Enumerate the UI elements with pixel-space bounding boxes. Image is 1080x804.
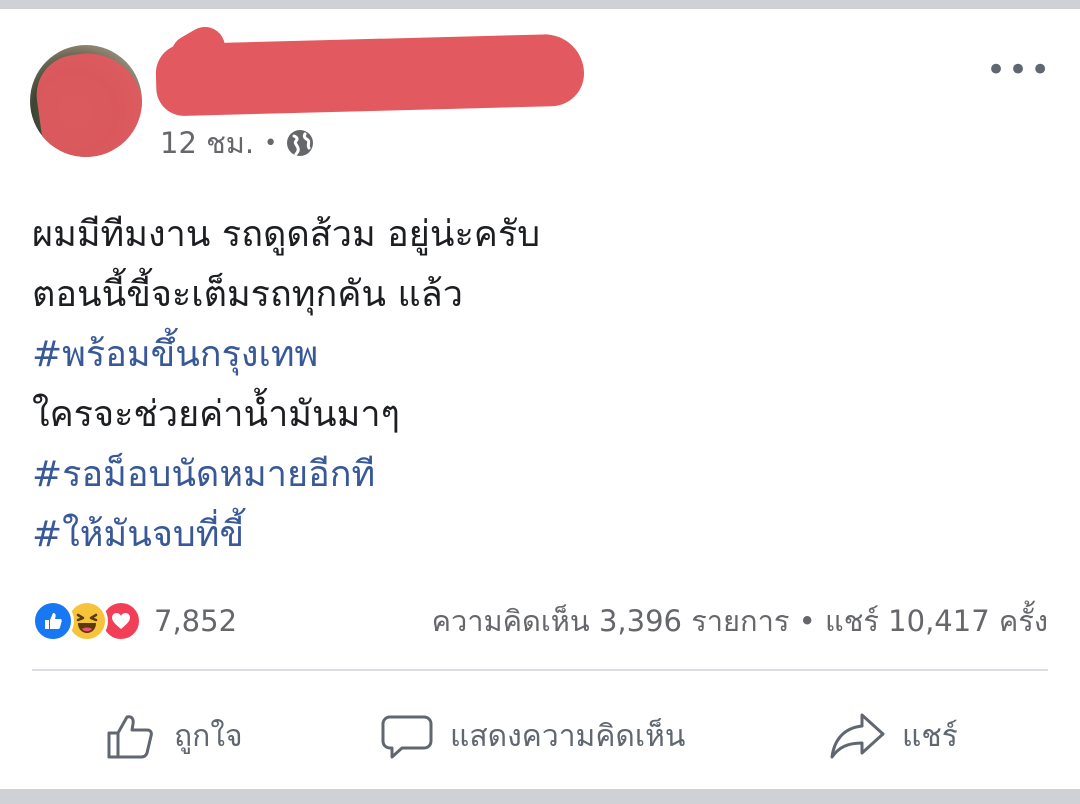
post-card: 12 ชม. • ••• ผมมีทีมงาน รถดูดส้วม อยู่น่… [0, 9, 1080, 789]
hashtag-link[interactable]: #ให้มันจบที่ขี้ [32, 505, 1032, 565]
comment-bubble-icon [381, 715, 433, 759]
comment-label: แสดงความคิดเห็น [450, 718, 686, 754]
like-button[interactable]: ถูกใจ [104, 703, 243, 769]
reactions-summary[interactable] [32, 600, 142, 642]
post-text-line: ตอนนี้ขี้จะเต็มรถทุกคัน แล้ว [32, 274, 463, 315]
avatar[interactable] [30, 45, 142, 157]
globe-icon[interactable] [285, 128, 315, 158]
like-reaction-icon [32, 600, 74, 642]
post-body: ผมมีทีมงาน รถดูดส้วม อยู่น่ะครับ ตอนนี้ข… [32, 205, 1032, 565]
post-meta: 12 ชม. • [160, 125, 315, 161]
author-name-redaction[interactable] [155, 33, 585, 117]
more-options-icon[interactable]: ••• [986, 53, 1052, 87]
action-bar: ถูกใจ แสดงความคิดเห็น แชร์ [32, 703, 1048, 769]
share-button[interactable]: แชร์ [828, 703, 958, 769]
avatar-redaction [31, 46, 142, 157]
comments-shares-count[interactable]: ความคิดเห็น 3,396 รายการ • แชร์ 10,417 ค… [432, 598, 1048, 644]
post-text-line: ใครจะช่วยค่าน้ำมันมาๆ [32, 394, 400, 435]
share-arrow-icon [830, 713, 885, 759]
post-stats: 7,852 ความคิดเห็น 3,396 รายการ • แชร์ 10… [32, 597, 1048, 645]
comment-button[interactable]: แสดงความคิดเห็น [380, 703, 685, 769]
meta-separator: • [264, 130, 278, 156]
reaction-count[interactable]: 7,852 [154, 604, 237, 638]
hashtag-link[interactable]: #พร้อมขึ้นกรุงเทพ [32, 325, 1032, 385]
hashtag-link[interactable]: #รอม็อบนัดหมายอีกที [32, 445, 1032, 505]
post-timestamp[interactable]: 12 ชม. [160, 120, 254, 166]
divider [32, 669, 1048, 671]
like-label: ถูกใจ [174, 718, 243, 754]
thumbs-up-icon [107, 715, 153, 759]
post-text-line: ผมมีทีมงาน รถดูดส้วม อยู่น่ะครับ [32, 214, 541, 255]
share-label: แชร์ [902, 718, 958, 754]
